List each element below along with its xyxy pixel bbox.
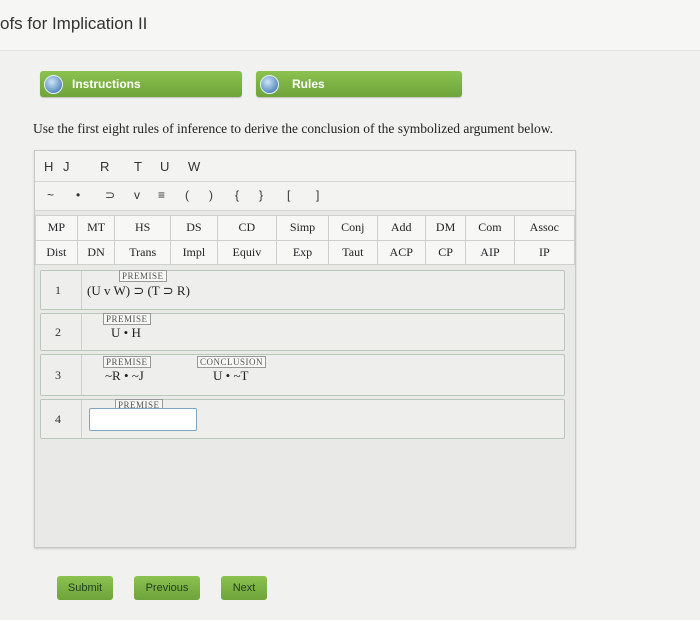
rule-aip[interactable]: AIP — [465, 239, 515, 265]
line-number-box: 2 — [41, 314, 82, 350]
proof-line-3: 3 PREMISE ~R • ~J CONCLUSION U • ~T — [40, 354, 565, 396]
symbol-wedge[interactable]: v — [134, 188, 140, 202]
variable-u[interactable]: U — [160, 159, 169, 174]
variable-r[interactable]: R — [100, 159, 109, 174]
rule-equiv[interactable]: Equiv — [216, 239, 277, 265]
proof-line-2: 2 PREMISE U • H — [40, 313, 565, 351]
line-number-box: 3 — [41, 355, 82, 395]
variable-bar: H J R T U W — [35, 151, 575, 182]
line-number: 2 — [55, 325, 61, 339]
symbol-horseshoe[interactable]: ⊃ — [105, 188, 115, 202]
line-formula: (U v W) ⊃ (T ⊃ R) — [87, 283, 190, 298]
directions-text: Use the first eight rules of inference t… — [33, 121, 553, 136]
line-number-box: 4 — [41, 400, 82, 438]
instructions-label: Instructions — [72, 77, 141, 91]
circle-icon — [44, 75, 63, 94]
premise-tag: PREMISE — [103, 356, 151, 368]
line-number: 1 — [55, 283, 61, 297]
proof-line-4: 4 PREMISE — [40, 399, 565, 439]
rules-button[interactable]: Rules — [256, 71, 462, 97]
rule-dist[interactable]: Dist — [35, 239, 78, 265]
premise-tag: PREMISE — [119, 270, 167, 282]
variable-h[interactable]: H — [44, 159, 53, 174]
conclusion-formula: U • ~T — [213, 368, 249, 383]
rule-taut[interactable]: Taut — [328, 239, 378, 265]
rule-ds[interactable]: DS — [169, 215, 218, 241]
variable-j[interactable]: J — [63, 159, 70, 174]
premise-tag: PREMISE — [103, 313, 151, 325]
rule-mt[interactable]: MT — [76, 215, 116, 241]
title-bar: ofs for Implication II — [0, 0, 700, 51]
rule-acp[interactable]: ACP — [376, 239, 426, 265]
symbol-bar: ~ • ⊃ v ≡ ( ) { } [ ] — [35, 182, 575, 211]
rule-mp[interactable]: MP — [35, 215, 78, 241]
rule-assoc[interactable]: Assoc — [513, 215, 576, 241]
rule-hs[interactable]: HS — [114, 215, 171, 241]
line-formula: U • H — [111, 325, 141, 340]
line-number-box: 1 — [41, 271, 82, 309]
symbol-close-bracket[interactable]: ] — [316, 188, 319, 202]
symbol-close-paren[interactable]: ) — [209, 188, 213, 202]
submit-button[interactable]: Submit — [57, 576, 113, 600]
rule-trans[interactable]: Trans — [114, 239, 171, 265]
line-number: 4 — [55, 412, 61, 426]
conclusion-tag: CONCLUSION — [197, 356, 267, 368]
line-number: 3 — [55, 368, 61, 382]
page-title: ofs for Implication II — [0, 14, 148, 33]
rules-label: Rules — [292, 77, 325, 91]
symbol-open-paren[interactable]: ( — [185, 188, 189, 202]
rule-dn[interactable]: DN — [76, 239, 116, 265]
rule-cd[interactable]: CD — [216, 215, 277, 241]
symbol-dot[interactable]: • — [76, 188, 80, 202]
rule-conj[interactable]: Conj — [328, 215, 378, 241]
rule-impl[interactable]: Impl — [169, 239, 218, 265]
rule-dm[interactable]: DM — [424, 215, 467, 241]
symbol-triple-bar[interactable]: ≡ — [158, 188, 165, 202]
instructions-button[interactable]: Instructions — [40, 71, 242, 97]
next-button[interactable]: Next — [221, 576, 267, 600]
circle-icon — [260, 75, 279, 94]
symbol-close-brace[interactable]: } — [259, 188, 263, 202]
proof-line-1: 1 PREMISE (U v W) ⊃ (T ⊃ R) — [40, 270, 565, 310]
rule-com[interactable]: Com — [465, 215, 515, 241]
rule-exp[interactable]: Exp — [275, 239, 330, 265]
rule-simp[interactable]: Simp — [275, 215, 330, 241]
line-4-input[interactable] — [89, 408, 197, 431]
symbol-open-bracket[interactable]: [ — [287, 188, 290, 202]
proof-panel: H J R T U W ~ • ⊃ v ≡ ( ) { } [ ] MP MT … — [34, 150, 576, 548]
rule-add[interactable]: Add — [376, 215, 426, 241]
variable-w[interactable]: W — [188, 159, 200, 174]
rule-ip[interactable]: IP — [513, 239, 576, 265]
variable-t[interactable]: T — [134, 159, 142, 174]
rules-grid: MP MT HS DS CD Simp Conj Add DM Com Asso… — [35, 215, 576, 265]
previous-button[interactable]: Previous — [134, 576, 200, 600]
symbol-tilde[interactable]: ~ — [47, 188, 54, 202]
rule-cp[interactable]: CP — [424, 239, 467, 265]
line-formula: ~R • ~J — [105, 368, 144, 383]
symbol-open-brace[interactable]: { — [235, 188, 239, 202]
